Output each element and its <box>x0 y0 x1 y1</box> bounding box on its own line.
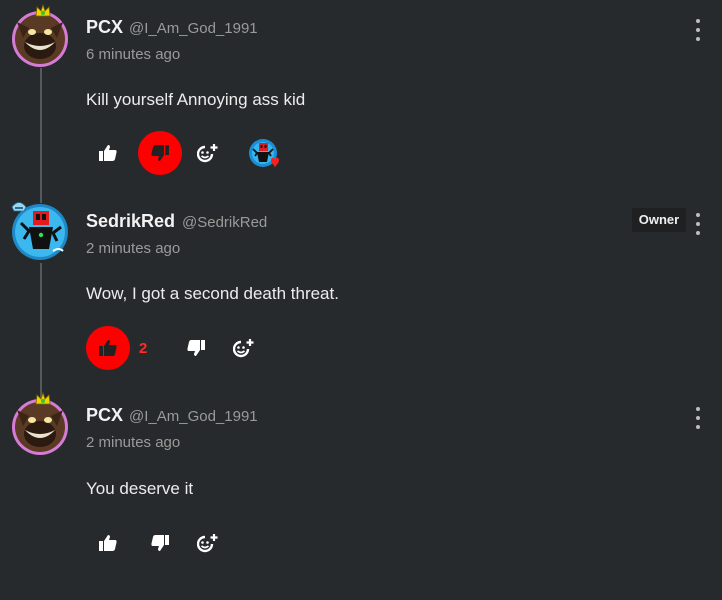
like-button[interactable] <box>86 131 130 175</box>
dislike-button[interactable] <box>174 326 218 370</box>
avatar[interactable] <box>11 4 69 68</box>
timestamp: 2 minutes ago <box>86 434 181 451</box>
more-options-button[interactable] <box>690 407 706 429</box>
owner-badge: Owner <box>632 208 686 232</box>
author-name[interactable]: PCX <box>86 17 123 38</box>
author-name[interactable]: PCX <box>86 405 123 426</box>
dislike-button[interactable] <box>138 521 182 565</box>
author-name[interactable]: SedrikRed <box>86 211 175 232</box>
author-handle[interactable]: @I_Am_God_1991 <box>129 20 258 37</box>
like-button[interactable] <box>86 521 130 565</box>
add-reaction-icon <box>197 144 218 163</box>
add-reaction-button[interactable] <box>222 326 266 370</box>
thumbs-up-icon <box>99 145 117 161</box>
add-reaction-button[interactable] <box>186 131 230 175</box>
comment-text: You deserve it <box>86 479 194 498</box>
crown-icon <box>35 4 51 17</box>
timestamp: 2 minutes ago <box>86 240 181 257</box>
more-options-button[interactable] <box>690 19 706 41</box>
author-handle[interactable]: @SedrikRed <box>182 214 267 231</box>
more-vertical-icon <box>696 19 700 23</box>
comment-1: PCX @I_Am_God_1991 6 minutes ago Kill yo… <box>0 0 722 190</box>
comment-2: SedrikRed @SedrikRed Owner 2 minutes ago… <box>0 195 722 385</box>
creator-heart-icon <box>249 139 279 168</box>
avatar[interactable] <box>11 392 69 456</box>
like-count: 2 <box>139 340 148 357</box>
more-vertical-icon <box>696 213 700 217</box>
badge-icon <box>11 202 27 212</box>
crown-icon <box>35 392 51 405</box>
author-handle[interactable]: @I_Am_God_1991 <box>129 408 258 425</box>
timestamp: 6 minutes ago <box>86 46 181 63</box>
avatar-pcx <box>12 11 68 67</box>
thumbs-down-icon <box>187 340 205 356</box>
avatar[interactable] <box>11 202 69 261</box>
thumbs-up-icon <box>99 535 117 551</box>
comment-text: Wow, I got a second death threat. <box>86 284 339 303</box>
like-button[interactable] <box>86 326 130 370</box>
comment-text: Kill yourself Annoying ass kid <box>86 90 306 109</box>
more-options-button[interactable] <box>690 213 706 235</box>
thumbs-down-icon <box>151 145 169 161</box>
avatar-pcx <box>12 399 68 455</box>
comment-3: PCX @I_Am_God_1991 2 minutes ago You des… <box>0 390 722 590</box>
add-reaction-icon <box>233 339 254 358</box>
thumbs-up-icon <box>99 340 117 356</box>
more-vertical-icon <box>696 407 700 411</box>
add-reaction-button[interactable] <box>186 521 230 565</box>
thumbs-down-icon <box>151 535 169 551</box>
add-reaction-icon <box>197 534 218 553</box>
creator-heart-avatar <box>248 138 282 172</box>
dislike-button[interactable] <box>138 131 182 175</box>
